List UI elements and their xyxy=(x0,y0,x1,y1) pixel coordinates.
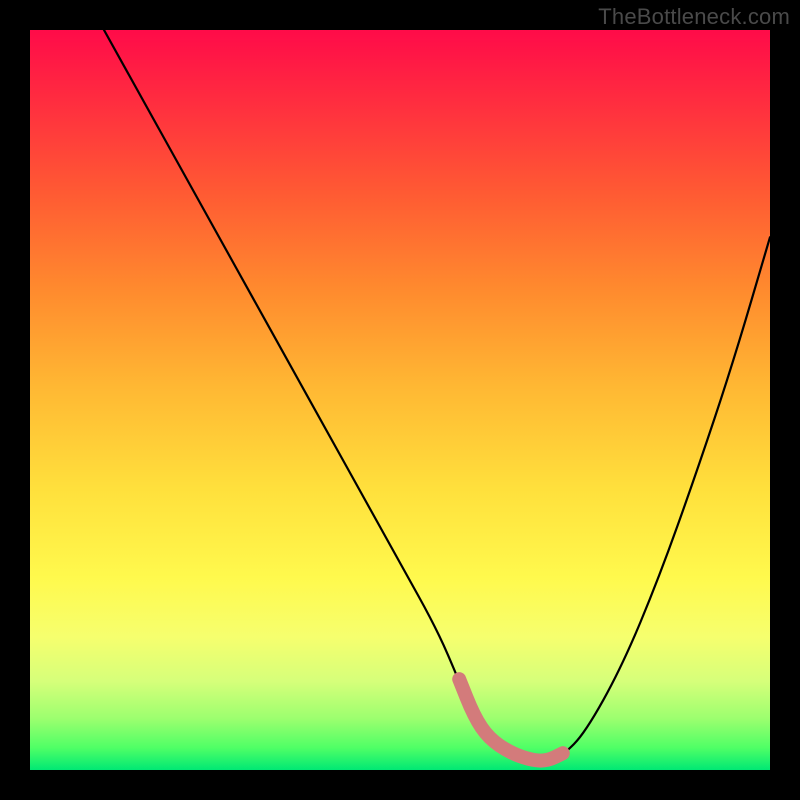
chart-frame: TheBottleneck.com xyxy=(0,0,800,800)
curve-layer xyxy=(30,30,770,770)
plot-area xyxy=(30,30,770,770)
bottleneck-curve xyxy=(104,30,770,763)
optimal-zone-marker xyxy=(459,679,563,760)
watermark-text: TheBottleneck.com xyxy=(598,4,790,30)
